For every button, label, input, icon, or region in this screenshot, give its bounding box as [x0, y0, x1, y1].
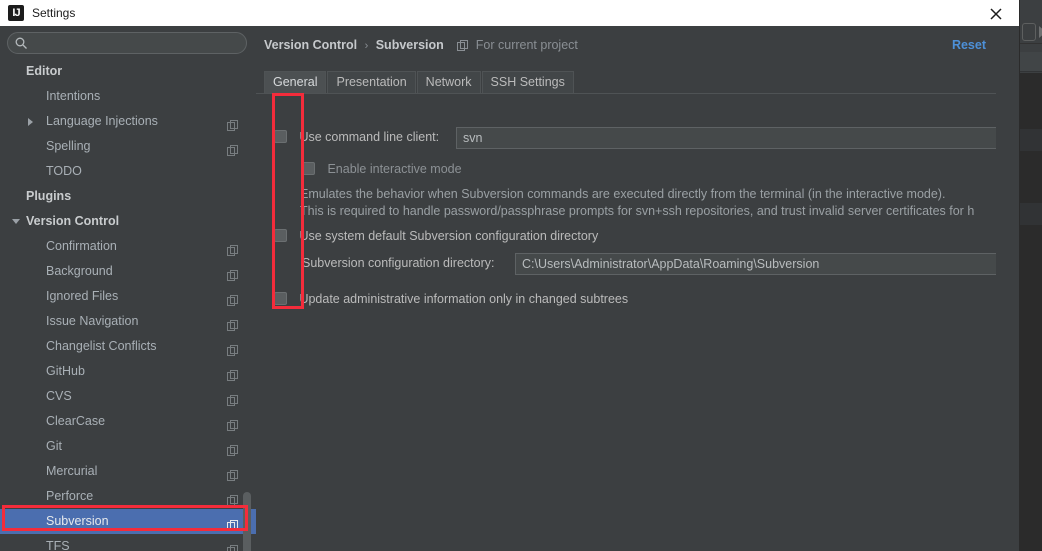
sidebar-item-label: TODO: [46, 164, 82, 178]
interactive-mode-description-line1: Emulates the behavior when Subversion co…: [300, 187, 946, 201]
update-admin-info-row: Update administrative information only i…: [274, 290, 628, 308]
sidebar-item-label: CVS: [46, 389, 72, 403]
intellij-idea-icon: IJ: [8, 5, 24, 21]
breadcrumb-separator: ›: [364, 40, 369, 52]
sidebar-item-mercurial[interactable]: Mercurial: [0, 459, 256, 484]
sidebar-item-label: Editor: [26, 64, 63, 78]
sidebar-item-language-injections[interactable]: Language Injections: [0, 109, 256, 134]
update-admin-info-label: Update administrative information only i…: [299, 292, 629, 306]
enable-interactive-mode-checkbox[interactable]: [302, 162, 315, 175]
general-tab-panel: Use command line client: Enable interact…: [256, 94, 996, 551]
tab-label: General: [273, 75, 318, 89]
sidebar-item-confirmation[interactable]: Confirmation: [0, 234, 256, 259]
use-command-line-client-row: Use command line client:: [274, 128, 439, 146]
enable-interactive-mode-row: Enable interactive mode: [302, 160, 462, 178]
sidebar-scrollbar-thumb[interactable]: [243, 492, 251, 551]
sidebar-item-label: Mercurial: [46, 464, 98, 478]
tab-label: SSH Settings: [490, 75, 565, 89]
ide-editor-row: [1020, 129, 1042, 151]
sidebar-item-label: Issue Navigation: [46, 314, 139, 328]
sidebar-item-ignored-files[interactable]: Ignored Files: [0, 284, 256, 309]
chevron-down-icon[interactable]: [12, 219, 20, 224]
tab-presentation[interactable]: Presentation: [327, 71, 416, 93]
sidebar-item-editor[interactable]: Editor: [0, 59, 256, 84]
project-scope-icon: [227, 540, 238, 551]
close-icon: [990, 8, 1002, 20]
ide-editor-row: [1020, 203, 1042, 225]
tab-bar: General Presentation Network SSH Settings: [264, 71, 996, 93]
background-ide-window: [1019, 0, 1042, 551]
sidebar-item-label: Spelling: [46, 139, 91, 153]
sidebar-item-plugins[interactable]: Plugins: [0, 184, 256, 209]
sidebar-item-label: Ignored Files: [46, 289, 119, 303]
settings-sidebar: Editor Intentions Language Injections Spell…: [0, 26, 256, 551]
sidebar-item-spelling[interactable]: Spelling: [0, 134, 256, 159]
chevron-right-icon[interactable]: [28, 118, 33, 126]
config-dir-label: Subversion configuration directory:: [302, 256, 495, 270]
breadcrumb-current: Subversion: [375, 38, 444, 52]
reset-link[interactable]: Reset: [952, 38, 986, 52]
sidebar-item-cvs[interactable]: CVS: [0, 384, 256, 409]
sidebar-item-clearcase[interactable]: ClearCase: [0, 409, 256, 434]
sidebar-item-label: TFS: [46, 539, 70, 551]
search-icon: [15, 37, 27, 49]
sidebar-item-background[interactable]: Background: [0, 259, 256, 284]
sidebar-item-label: Background: [46, 264, 113, 278]
enable-interactive-mode-label: Enable interactive mode: [327, 162, 462, 176]
sidebar-item-issue-navigation[interactable]: Issue Navigation: [0, 309, 256, 334]
search-input[interactable]: [34, 33, 238, 53]
use-system-default-dir-label: Use system default Subversion configurat…: [299, 229, 599, 243]
sidebar-item-label: Version Control: [26, 214, 120, 228]
sidebar-item-label: ClearCase: [46, 414, 106, 428]
sidebar-item-todo[interactable]: TODO: [0, 159, 256, 184]
sidebar-item-label: Plugins: [26, 189, 72, 203]
settings-content: Version Control › Subversion For current…: [256, 26, 996, 551]
tab-general[interactable]: General: [264, 71, 327, 93]
sidebar-item-label: Perforce: [46, 489, 94, 503]
ide-run-config-button[interactable]: [1022, 23, 1036, 41]
scope-text: For current project: [475, 38, 578, 52]
sidebar-item-label: Git: [46, 439, 62, 453]
interactive-mode-description-line2: This is required to handle password/pass…: [300, 204, 975, 218]
sidebar-item-label: GitHub: [46, 364, 85, 378]
sidebar-item-git[interactable]: Git: [0, 434, 256, 459]
command-line-path-input[interactable]: [456, 127, 996, 149]
sidebar-item-label: Confirmation: [46, 239, 117, 253]
breadcrumb: Version Control › Subversion For current…: [264, 38, 578, 54]
sidebar-item-label: Changelist Conflicts: [46, 339, 157, 353]
use-command-line-client-checkbox[interactable]: [274, 130, 287, 143]
breadcrumb-parent[interactable]: Version Control: [264, 38, 357, 52]
search-box[interactable]: [7, 32, 247, 54]
tab-label: Presentation: [336, 75, 407, 89]
settings-dialog: IJ Settings Editor Intentions Language I…: [0, 0, 1019, 551]
sidebar-item-label: Subversion: [46, 514, 109, 528]
tab-label: Network: [425, 75, 472, 89]
update-admin-info-checkbox[interactable]: [274, 292, 287, 305]
use-system-default-dir-row: Use system default Subversion configurat…: [274, 227, 598, 245]
config-dir-input[interactable]: [515, 253, 996, 275]
dialog-title: Settings: [32, 6, 76, 20]
sidebar-item-label: Language Injections: [46, 114, 158, 128]
sidebar-item-label: Intentions: [46, 89, 101, 103]
ide-breadcrumb-strip: [1020, 52, 1042, 72]
sidebar-item-intentions[interactable]: Intentions: [0, 84, 256, 109]
ide-editor-area: [1020, 73, 1042, 551]
sidebar-item-version-control[interactable]: Version Control: [0, 209, 256, 234]
sidebar-item-subversion[interactable]: Subversion: [0, 509, 256, 534]
search-container: [7, 32, 247, 54]
sidebar-item-perforce[interactable]: Perforce: [0, 484, 256, 509]
close-button[interactable]: [973, 0, 1019, 26]
ide-toolbar: [1020, 8, 1042, 44]
tab-ssh-settings[interactable]: SSH Settings: [481, 71, 574, 93]
sidebar-item-tfs[interactable]: TFS: [0, 534, 256, 551]
use-system-default-dir-checkbox[interactable]: [274, 229, 287, 242]
screenshot-root: IJ Settings Editor Intentions Language I…: [0, 0, 1042, 551]
settings-tree: Editor Intentions Language Injections Spell…: [0, 59, 256, 551]
dialog-titlebar: IJ Settings: [0, 0, 1019, 26]
sidebar-item-github[interactable]: GitHub: [0, 359, 256, 384]
sidebar-item-changelist-conflicts[interactable]: Changelist Conflicts: [0, 334, 256, 359]
project-scope-icon: [457, 40, 469, 54]
use-command-line-client-label: Use command line client:: [299, 130, 440, 144]
tab-network[interactable]: Network: [416, 71, 481, 93]
